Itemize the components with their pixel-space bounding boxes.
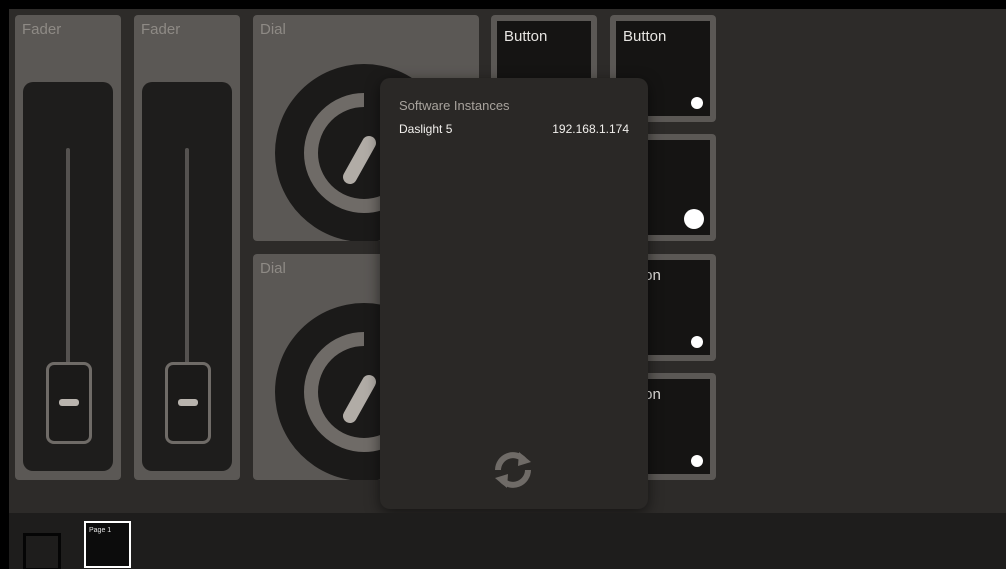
fader-handle[interactable]	[165, 362, 211, 444]
status-led-icon	[691, 455, 703, 467]
page-label: Page 1	[89, 527, 112, 534]
fader-grip	[178, 399, 198, 406]
fader-rail	[66, 148, 70, 372]
fader-panel-2: Fader	[134, 15, 240, 480]
status-led-icon	[684, 209, 704, 229]
control-surface: Fader Fader Dial Dial Button Button ton …	[9, 9, 1006, 569]
fader-handle[interactable]	[46, 362, 92, 444]
instance-name: Daslight 5	[399, 122, 453, 136]
fader-track[interactable]	[23, 82, 113, 471]
software-instances-popup: Software Instances Daslight 5 192.168.1.…	[380, 78, 648, 509]
page-thumbnail[interactable]: Page 1	[84, 521, 131, 568]
fader-track[interactable]	[142, 82, 232, 471]
fader-label: Fader	[141, 21, 181, 38]
fader-label: Fader	[22, 21, 62, 38]
fader-rail	[185, 148, 189, 372]
refresh-icon[interactable]	[488, 448, 538, 492]
button-label: Button	[504, 28, 548, 45]
button-label: Button	[623, 28, 667, 45]
status-led-icon	[691, 336, 703, 348]
popup-title: Software Instances	[399, 98, 510, 113]
square-icon[interactable]	[23, 533, 61, 569]
instance-row[interactable]: Daslight 5 192.168.1.174	[399, 122, 629, 140]
instance-ip: 192.168.1.174	[552, 122, 629, 136]
page-bar: Page 1	[9, 513, 1006, 569]
fader-panel-1: Fader	[15, 15, 121, 480]
status-led-icon	[691, 97, 703, 109]
fader-grip	[59, 399, 79, 406]
